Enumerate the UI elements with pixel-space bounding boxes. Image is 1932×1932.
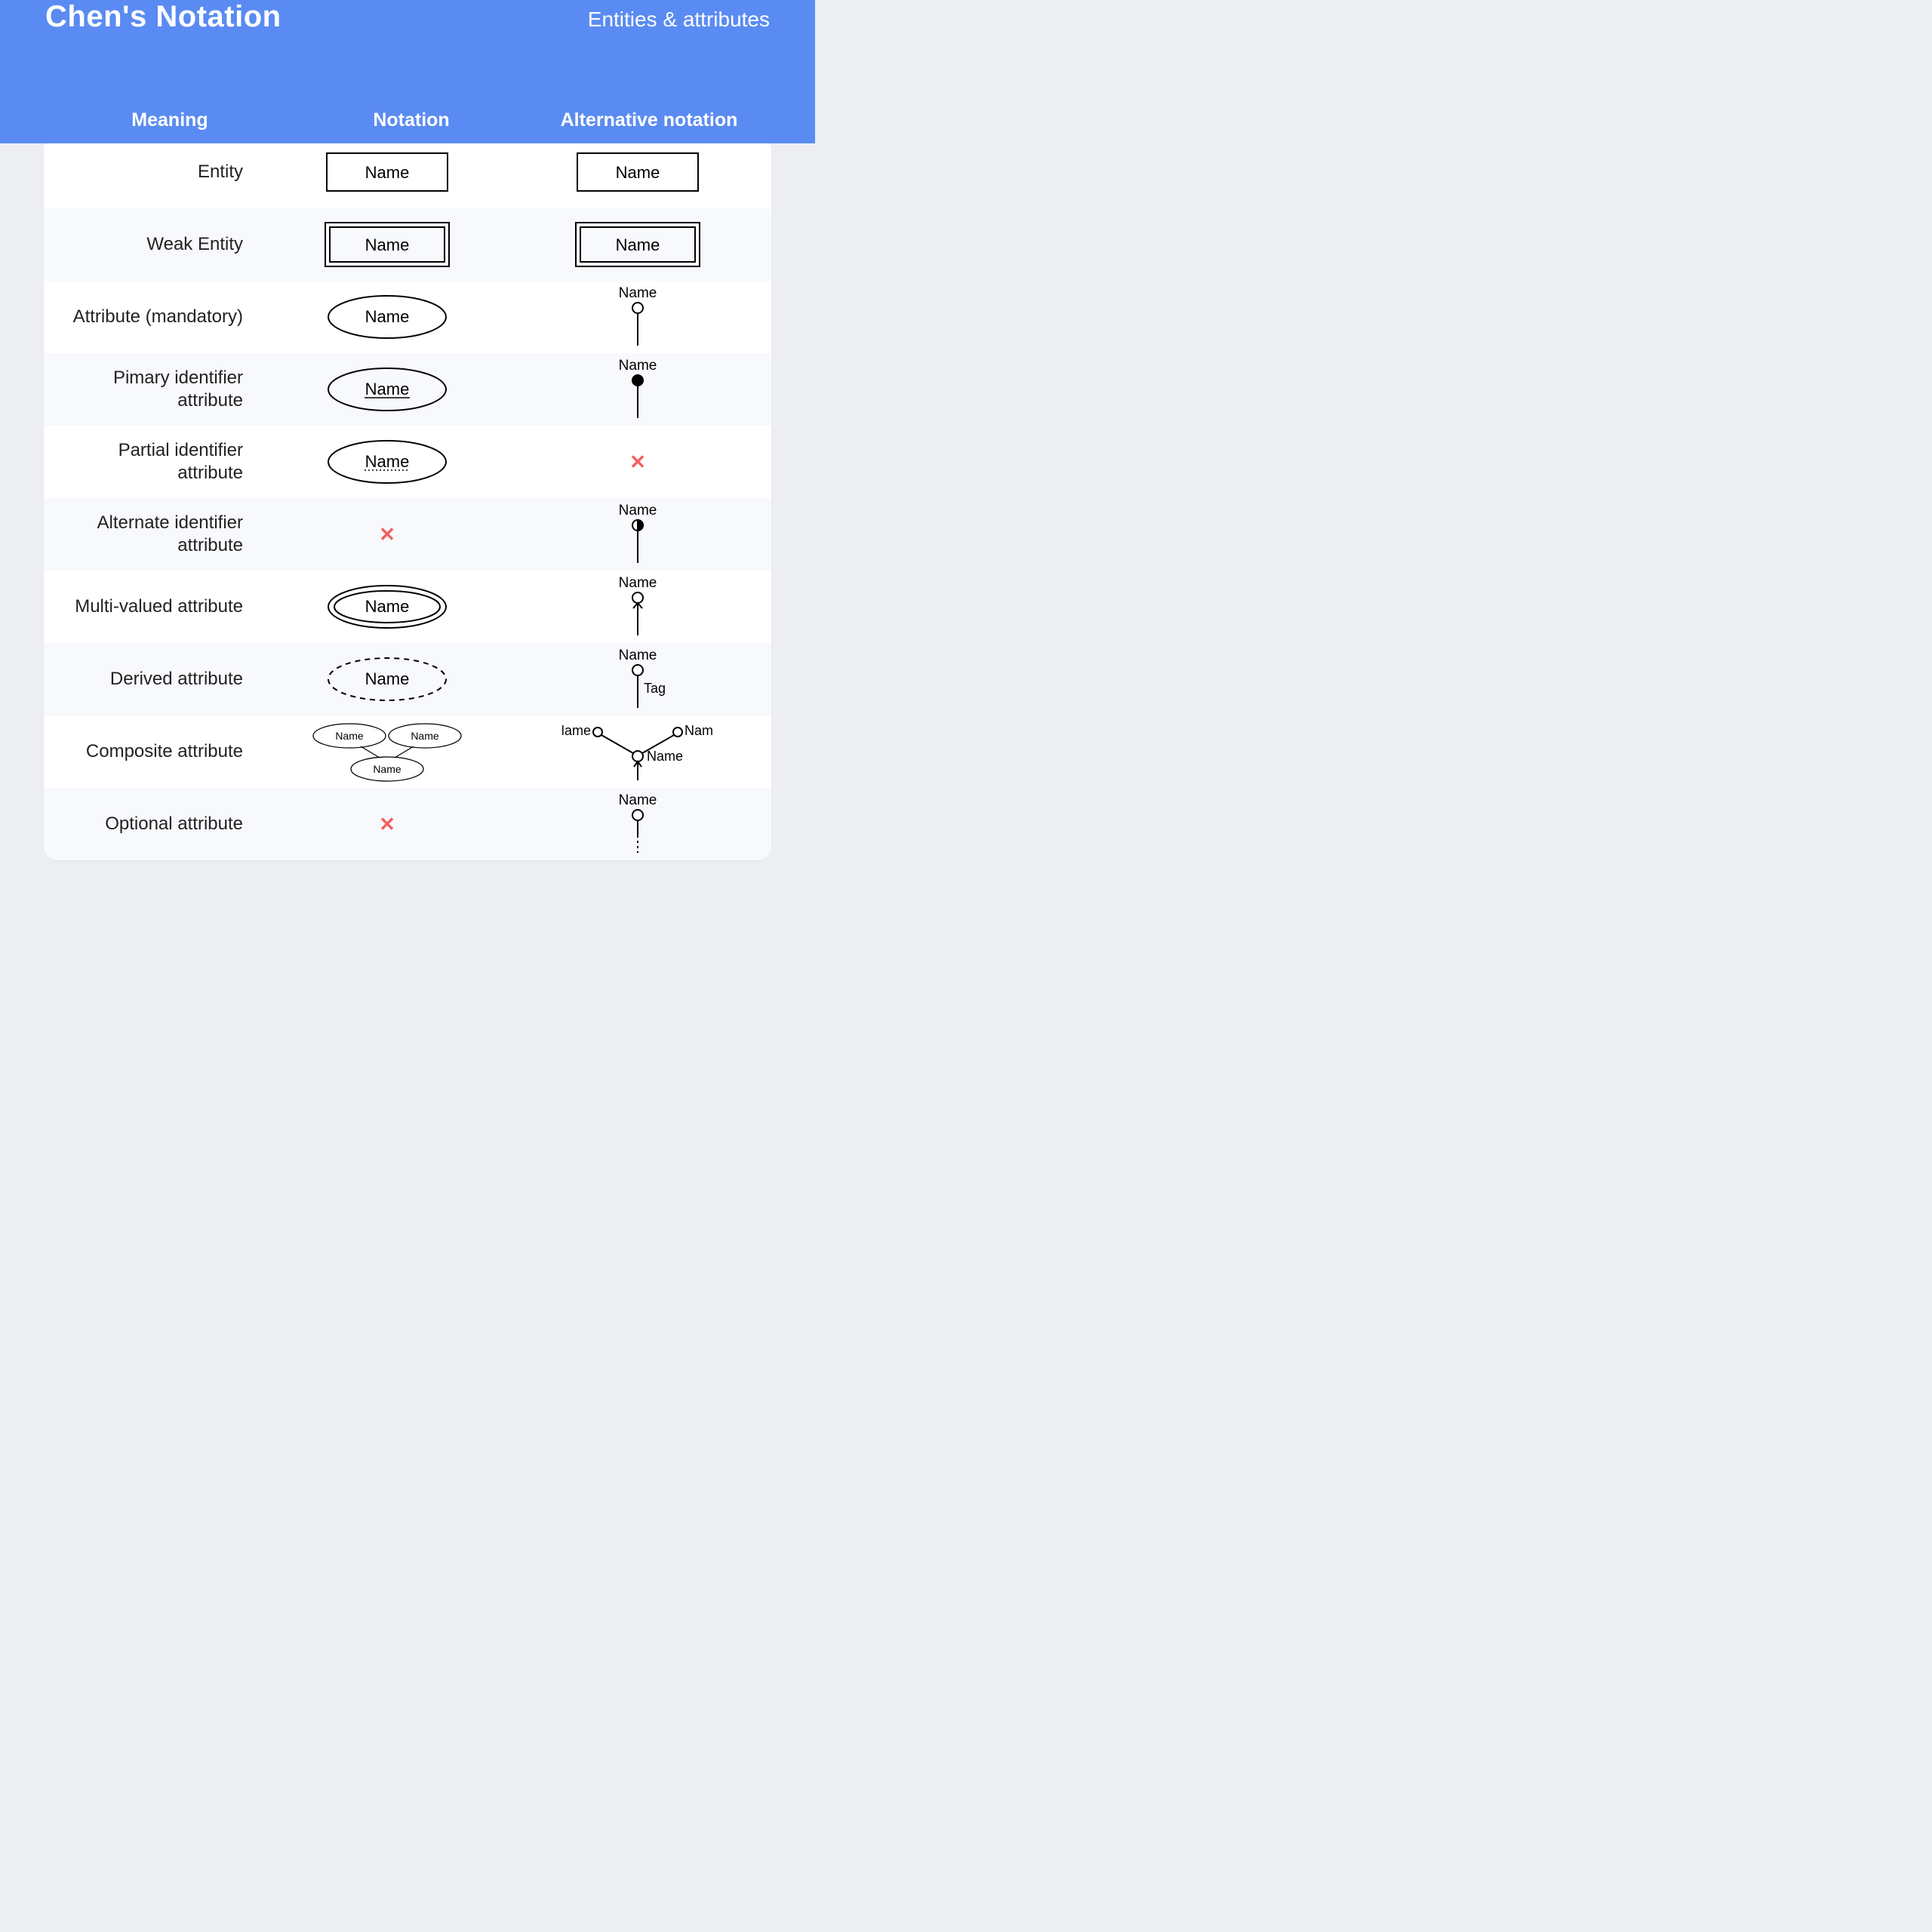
alt-notation-cell: Name — [504, 577, 771, 637]
notation-cell: Name — [270, 220, 504, 269]
svg-text:Name: Name — [647, 749, 683, 764]
svg-text:Name: Name — [685, 723, 713, 738]
svg-text:Name: Name — [373, 763, 401, 775]
svg-text:Name: Name — [365, 452, 410, 471]
table-row: Composite attribute Name Name Name Name … — [44, 715, 771, 788]
x-icon: ✕ — [379, 523, 395, 546]
svg-text:Name: Name — [562, 723, 591, 738]
table-row: Entity Name Name — [44, 136, 771, 208]
meaning-label: Derived attribute — [44, 668, 270, 691]
notation-cell: ✕ — [270, 523, 504, 546]
svg-text:Name: Name — [365, 380, 410, 398]
svg-text:Name: Name — [619, 577, 657, 591]
svg-text:Name: Name — [619, 504, 657, 518]
alt-notation-cell: ✕ — [504, 451, 771, 474]
svg-text:Name: Name — [619, 649, 657, 663]
table-row: Pimary identifierattribute Name Name — [44, 353, 771, 426]
svg-text:Name: Name — [616, 235, 660, 254]
meaning-label: Composite attribute — [44, 740, 270, 763]
x-icon: ✕ — [629, 451, 646, 474]
notation-cell: ✕ — [270, 813, 504, 836]
table-row: Alternate identifierattribute ✕ Name — [44, 498, 771, 571]
notation-cell: Name — [270, 655, 504, 703]
notation-cell: Name — [270, 293, 504, 341]
svg-text:Name: Name — [365, 163, 410, 182]
notation-table: Entity Name Name Weak Entity Name Name A… — [44, 136, 771, 860]
table-row: Multi-valued attribute Name Name — [44, 571, 771, 643]
alt-notation-cell: Name — [504, 149, 771, 195]
notation-cell: Name — [270, 149, 504, 195]
svg-text:Name: Name — [619, 287, 657, 301]
meaning-label: Multi-valued attribute — [44, 595, 270, 618]
header-banner: Chen's Notation Entities & attributes Me… — [0, 0, 815, 143]
alt-notation-cell: Name — [504, 794, 771, 854]
notation-cell: Name — [270, 583, 504, 631]
meaning-label: Attribute (mandatory) — [44, 306, 270, 328]
table-row: Derived attribute Name Name Tag — [44, 643, 771, 715]
meaning-label: Partial identifierattribute — [44, 439, 270, 485]
svg-text:Name: Name — [616, 163, 660, 182]
meaning-label: Weak Entity — [44, 233, 270, 256]
table-row: Attribute (mandatory) Name Name — [44, 281, 771, 353]
meaning-label: Optional attribute — [44, 813, 270, 835]
x-icon: ✕ — [379, 813, 395, 836]
col-meaning: Meaning — [45, 109, 294, 131]
alt-notation-cell: Name — [504, 359, 771, 420]
svg-text:Name: Name — [335, 730, 364, 742]
table-row: Partial identifierattribute Name ✕ — [44, 426, 771, 498]
alt-notation-cell: Name — [504, 504, 771, 565]
svg-text:Name: Name — [365, 235, 410, 254]
alt-notation-cell: Name — [504, 287, 771, 347]
alt-notation-cell: Name — [504, 220, 771, 269]
notation-cell: Name — [270, 438, 504, 486]
notation-cell: Name Name Name — [270, 719, 504, 784]
notation-cell: Name — [270, 365, 504, 414]
svg-text:Tag: Tag — [644, 681, 666, 696]
svg-text:Name: Name — [619, 359, 657, 374]
column-headers: Meaning Notation Alternative notation — [45, 109, 770, 131]
col-alternative: Alternative notation — [528, 109, 770, 131]
alt-notation-cell: Name Name Name — [504, 721, 771, 782]
alt-notation-cell: Name Tag — [504, 649, 771, 709]
page-subtitle: Entities & attributes — [588, 8, 770, 32]
table-row: Weak Entity Name Name — [44, 208, 771, 281]
meaning-label: Entity — [44, 161, 270, 183]
meaning-label: Pimary identifierattribute — [44, 367, 270, 412]
svg-text:Name: Name — [411, 730, 439, 742]
table-row: Optional attribute ✕ Name — [44, 788, 771, 860]
svg-text:Name: Name — [365, 669, 410, 688]
col-notation: Notation — [294, 109, 528, 131]
svg-text:Name: Name — [365, 597, 410, 616]
meaning-label: Alternate identifierattribute — [44, 512, 270, 557]
svg-text:Name: Name — [619, 794, 657, 808]
svg-text:Name: Name — [365, 307, 410, 326]
